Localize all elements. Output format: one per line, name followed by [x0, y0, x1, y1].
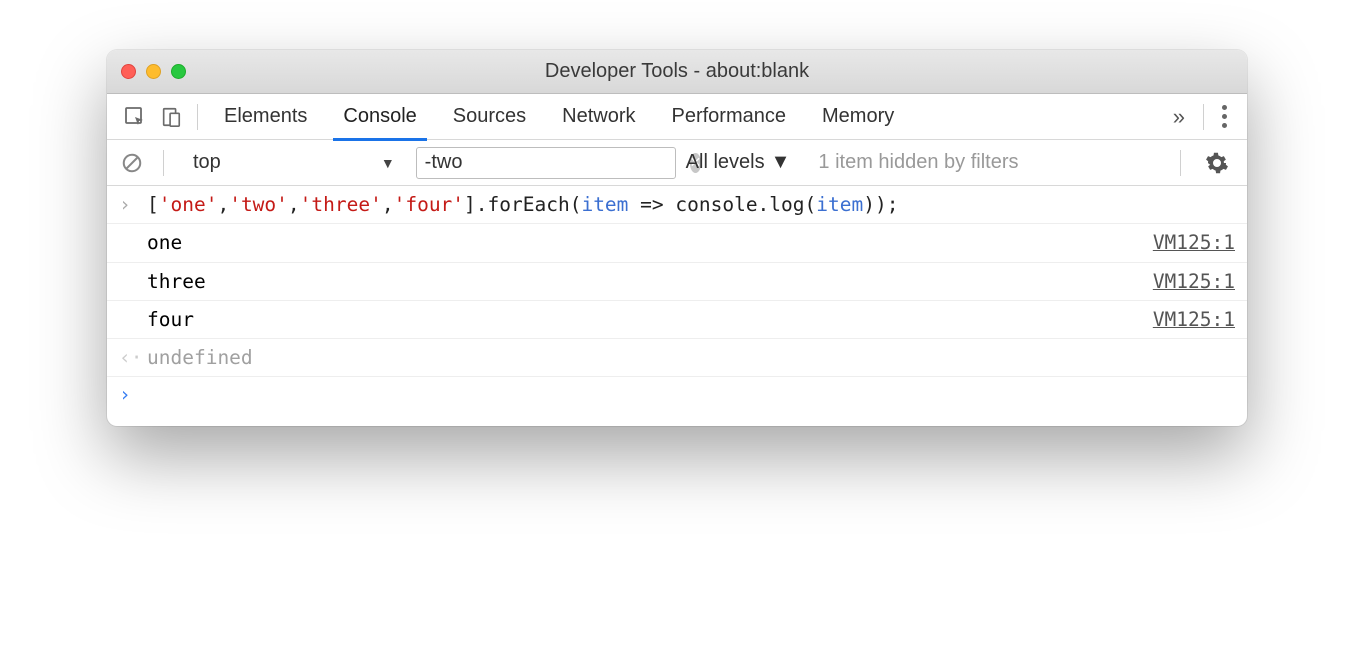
console-prompt-row[interactable]: ›: [107, 377, 1247, 426]
log-message: one: [147, 228, 1153, 257]
filter-input-wrapper: ✕: [416, 147, 676, 179]
traffic-lights: [121, 64, 186, 79]
divider: [163, 150, 164, 176]
maximize-window-button[interactable]: [171, 64, 186, 79]
console-input-code[interactable]: ['one','two','three','four'].forEach(ite…: [147, 190, 1235, 219]
tab-sources[interactable]: Sources: [435, 94, 544, 140]
minimize-window-button[interactable]: [146, 64, 161, 79]
execution-context-select[interactable]: top ▼: [182, 146, 406, 179]
context-label: top: [193, 151, 221, 174]
window-title: Developer Tools - about:blank: [107, 60, 1247, 83]
levels-label: All levels: [686, 151, 765, 174]
divider: [1203, 104, 1204, 130]
clear-console-icon[interactable]: [119, 150, 145, 176]
inspect-element-icon[interactable]: [117, 99, 153, 135]
source-link[interactable]: VM125:1: [1153, 267, 1235, 296]
console-toolbar: top ▼ ✕ All levels ▼ 1 item hidden by fi…: [107, 140, 1247, 186]
source-link[interactable]: VM125:1: [1153, 305, 1235, 334]
input-chevron-icon: ›: [119, 190, 147, 219]
divider: [197, 104, 198, 130]
console-log-row: threeVM125:1: [107, 263, 1247, 301]
return-chevron-icon: ‹·: [119, 343, 147, 372]
device-toolbar-icon[interactable]: [153, 99, 189, 135]
divider: [1180, 150, 1181, 176]
filter-input[interactable]: [425, 151, 690, 174]
dropdown-triangle-icon: ▼: [381, 155, 395, 171]
console-settings-icon[interactable]: [1199, 145, 1235, 181]
console-input-row: › ['one','two','three','four'].forEach(i…: [107, 186, 1247, 224]
source-link[interactable]: VM125:1: [1153, 228, 1235, 257]
more-tabs-button[interactable]: »: [1163, 104, 1195, 130]
log-message: four: [147, 305, 1153, 334]
devtools-menu-button[interactable]: [1212, 105, 1237, 128]
titlebar: Developer Tools - about:blank: [107, 50, 1247, 94]
console-log-row: oneVM125:1: [107, 224, 1247, 262]
hidden-by-filters-msg: 1 item hidden by filters: [818, 151, 1018, 174]
tab-console[interactable]: Console: [325, 94, 434, 140]
console-body: › ['one','two','three','four'].forEach(i…: [107, 186, 1247, 426]
log-levels-select[interactable]: All levels ▼: [686, 151, 791, 174]
tab-elements[interactable]: Elements: [206, 94, 325, 140]
console-log-row: fourVM125:1: [107, 301, 1247, 339]
log-message: three: [147, 267, 1153, 296]
return-value: undefined: [147, 343, 1235, 372]
dropdown-triangle-icon: ▼: [771, 151, 791, 174]
devtools-tabs: ElementsConsoleSourcesNetworkPerformance…: [107, 94, 1247, 140]
tab-memory[interactable]: Memory: [804, 94, 912, 140]
tab-performance[interactable]: Performance: [654, 94, 805, 140]
console-return-row: ‹· undefined: [107, 339, 1247, 377]
prompt-chevron-icon: ›: [119, 383, 147, 406]
devtools-window: Developer Tools - about:blank ElementsCo…: [107, 50, 1247, 426]
tab-network[interactable]: Network: [544, 94, 653, 140]
close-window-button[interactable]: [121, 64, 136, 79]
